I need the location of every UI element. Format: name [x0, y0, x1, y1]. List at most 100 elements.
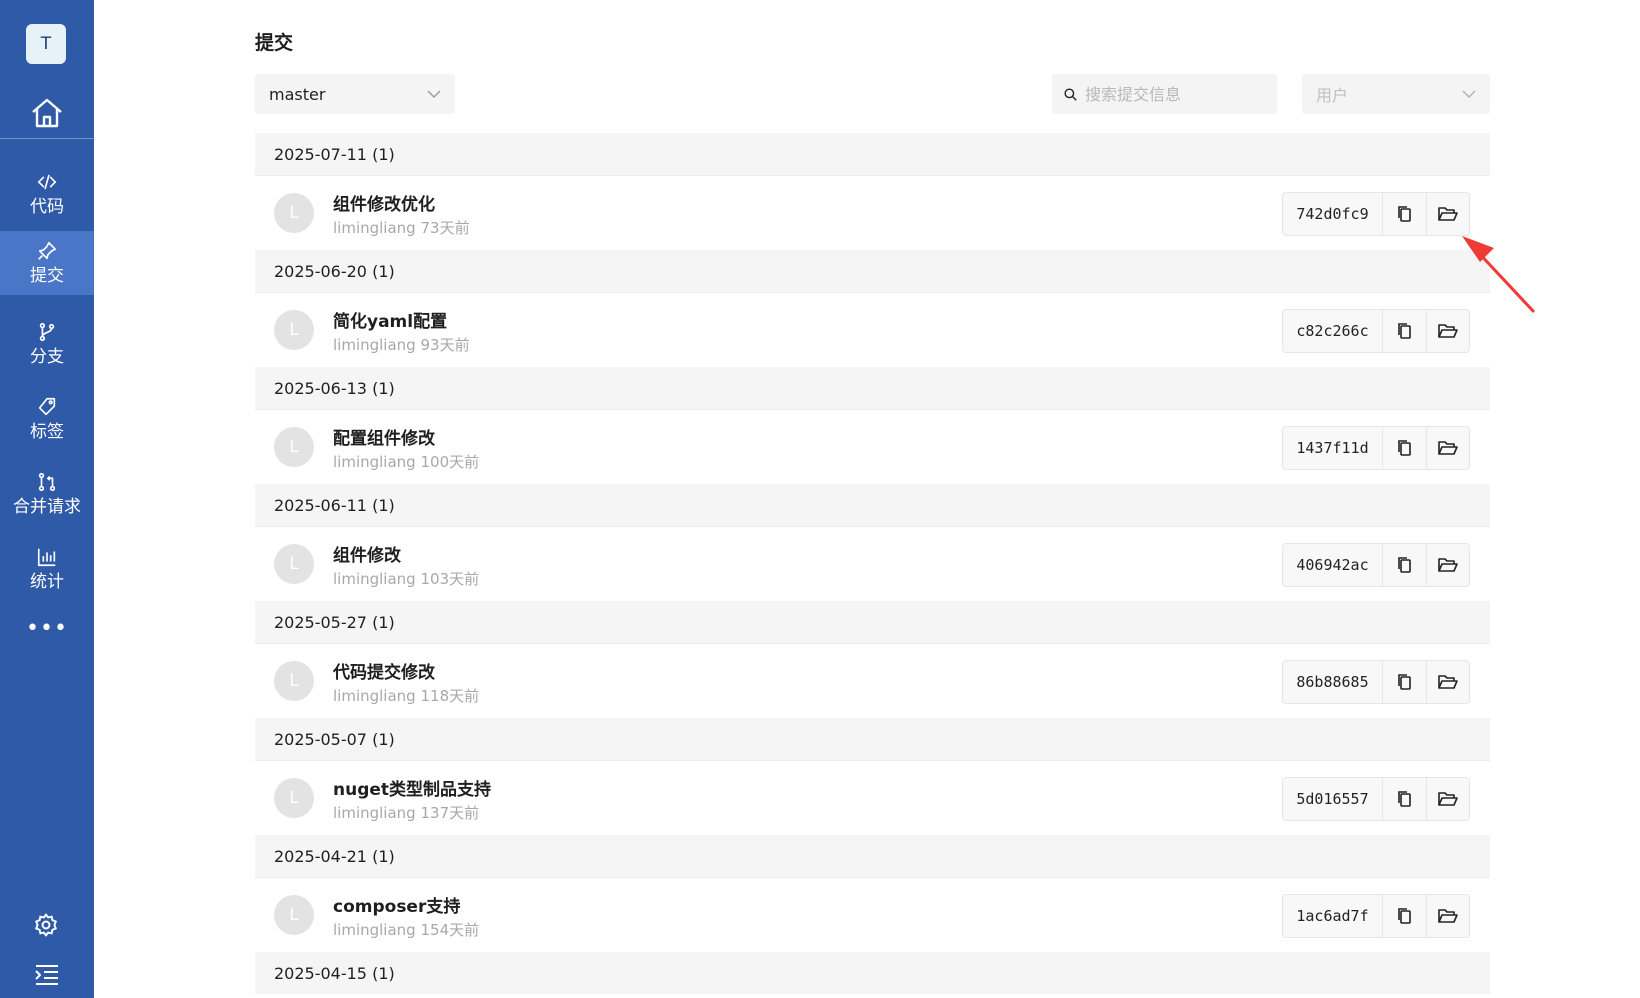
commit-author: limingliang	[333, 219, 416, 237]
commit-sha-button[interactable]: 86b88685	[1283, 661, 1383, 703]
commit-author: limingliang	[333, 921, 416, 939]
commit-title[interactable]: composer支持	[333, 892, 460, 917]
browse-files-button[interactable]	[1426, 661, 1469, 703]
home-button[interactable]	[0, 88, 94, 138]
copy-sha-button[interactable]	[1383, 544, 1426, 586]
browse-files-button[interactable]	[1426, 544, 1469, 586]
avatar: L	[274, 661, 314, 701]
avatar: L	[274, 193, 314, 233]
user-select-placeholder: 用户	[1316, 86, 1349, 105]
chevron-down-icon	[427, 90, 441, 98]
commit-row[interactable]: L 组件修改 limingliang 103天前 406942ac	[255, 526, 1490, 601]
sidebar-item-label: 代码	[30, 196, 64, 217]
browse-files-button[interactable]	[1426, 310, 1469, 352]
date-group-header: 2025-07-11 (1)	[255, 133, 1490, 175]
commit-row[interactable]: L 组件修改优化 limingliang 73天前 742d0fc9	[255, 175, 1490, 250]
date-group-header: 2025-05-27 (1)	[255, 601, 1490, 643]
sidebar-item-commits[interactable]: 提交	[0, 231, 94, 295]
search-input[interactable]	[1085, 84, 1265, 104]
page-title: 提交	[255, 32, 294, 54]
copy-icon	[1397, 674, 1411, 690]
commit-actions: 406942ac	[1282, 543, 1470, 587]
commit-actions: 86b88685	[1282, 660, 1470, 704]
commit-sha-button[interactable]: 1437f11d	[1283, 427, 1383, 469]
copy-icon	[1397, 440, 1411, 456]
sidebar-item-branches[interactable]: 分支	[0, 306, 94, 381]
browse-files-button[interactable]	[1426, 193, 1469, 235]
commit-row[interactable]: Lnuget类型制品支持 limingliang 137天前 5d016557	[255, 760, 1490, 835]
copy-icon	[1397, 323, 1411, 339]
more-icon[interactable]: •••	[0, 616, 94, 641]
sidebar-item-tags[interactable]: 标签	[0, 381, 94, 456]
copy-icon	[1397, 908, 1411, 924]
settings-icon[interactable]	[33, 912, 59, 938]
commit-row[interactable]: L 代码提交修改 limingliang 118天前 86b88685	[255, 643, 1490, 718]
user-select[interactable]: 用户	[1302, 74, 1490, 114]
sidebar-item-label: 合并请求	[13, 496, 81, 517]
folder-open-icon	[1438, 909, 1458, 923]
sidebar-item-statistics[interactable]: 统计	[0, 531, 94, 606]
commit-time: 154天前	[420, 921, 480, 939]
date-group-header: 2025-06-20 (1)	[255, 250, 1490, 292]
commit-row[interactable]: L 配置组件修改 limingliang 100天前 1437f11d	[255, 409, 1490, 484]
avatar: L	[274, 310, 314, 350]
commit-time: 103天前	[420, 570, 480, 588]
copy-sha-button[interactable]	[1383, 427, 1426, 469]
commit-title[interactable]: nuget类型制品支持	[333, 775, 491, 800]
branch-select-value: master	[269, 84, 326, 104]
folder-open-icon	[1438, 324, 1458, 338]
chevron-down-icon	[1462, 90, 1476, 98]
sidebar-item-merge-requests[interactable]: 合并请求	[0, 456, 94, 531]
commit-title[interactable]: 简化yaml配置	[333, 307, 447, 332]
commit-sha-button[interactable]: 1ac6ad7f	[1283, 895, 1383, 937]
commit-author: limingliang	[333, 453, 416, 471]
copy-sha-button[interactable]	[1383, 193, 1426, 235]
commit-sha-button[interactable]: 742d0fc9	[1283, 193, 1383, 235]
copy-sha-button[interactable]	[1383, 310, 1426, 352]
commit-title[interactable]: 组件修改	[333, 541, 401, 566]
avatar: L	[274, 427, 314, 467]
pin-icon	[38, 241, 57, 260]
commit-meta: limingliang 73天前	[333, 217, 470, 238]
copy-sha-button[interactable]	[1383, 778, 1426, 820]
commit-row[interactable]: Lcomposer支持 limingliang 154天前 1ac6ad7f	[255, 877, 1490, 952]
commit-sha-button[interactable]: 406942ac	[1283, 544, 1383, 586]
browse-files-button[interactable]	[1426, 778, 1469, 820]
home-icon	[32, 98, 62, 128]
commit-row[interactable]: L 简化yaml配置 limingliang 93天前 c82c266c	[255, 292, 1490, 367]
commit-sha-button[interactable]: 5d016557	[1283, 778, 1383, 820]
commit-author: limingliang	[333, 570, 416, 588]
date-group-header: 2025-04-21 (1)	[255, 835, 1490, 877]
commit-title[interactable]: 代码提交修改	[333, 658, 435, 683]
search-icon	[1064, 87, 1077, 101]
commit-meta: limingliang 137天前	[333, 802, 479, 823]
collapse-menu-icon[interactable]	[34, 963, 60, 987]
copy-sha-button[interactable]	[1383, 895, 1426, 937]
branch-select[interactable]: master	[255, 74, 455, 114]
chart-icon	[37, 548, 56, 566]
folder-open-icon	[1438, 207, 1458, 221]
commit-title[interactable]: 组件修改优化	[333, 190, 435, 215]
commit-actions: 1ac6ad7f	[1282, 894, 1470, 938]
search-box[interactable]	[1052, 74, 1277, 114]
date-group-header: 2025-06-13 (1)	[255, 367, 1490, 409]
browse-files-button[interactable]	[1426, 895, 1469, 937]
folder-open-icon	[1438, 792, 1458, 806]
commit-title[interactable]: 配置组件修改	[333, 424, 435, 449]
copy-icon	[1397, 557, 1411, 573]
commit-time: 93天前	[420, 336, 470, 354]
commit-time: 100天前	[420, 453, 480, 471]
workspace-avatar[interactable]: T	[26, 24, 66, 64]
copy-icon	[1397, 791, 1411, 807]
sidebar-item-code[interactable]: 代码	[0, 156, 94, 231]
browse-files-button[interactable]	[1426, 427, 1469, 469]
avatar: L	[274, 544, 314, 584]
sidebar-item-label: 提交	[30, 266, 64, 286]
folder-open-icon	[1438, 675, 1458, 689]
commit-author: limingliang	[333, 804, 416, 822]
commit-sha-button[interactable]: c82c266c	[1283, 310, 1383, 352]
avatar: L	[274, 895, 314, 935]
commit-meta: limingliang 103天前	[333, 568, 479, 589]
sidebar-item-label: 统计	[30, 571, 64, 592]
copy-sha-button[interactable]	[1383, 661, 1426, 703]
